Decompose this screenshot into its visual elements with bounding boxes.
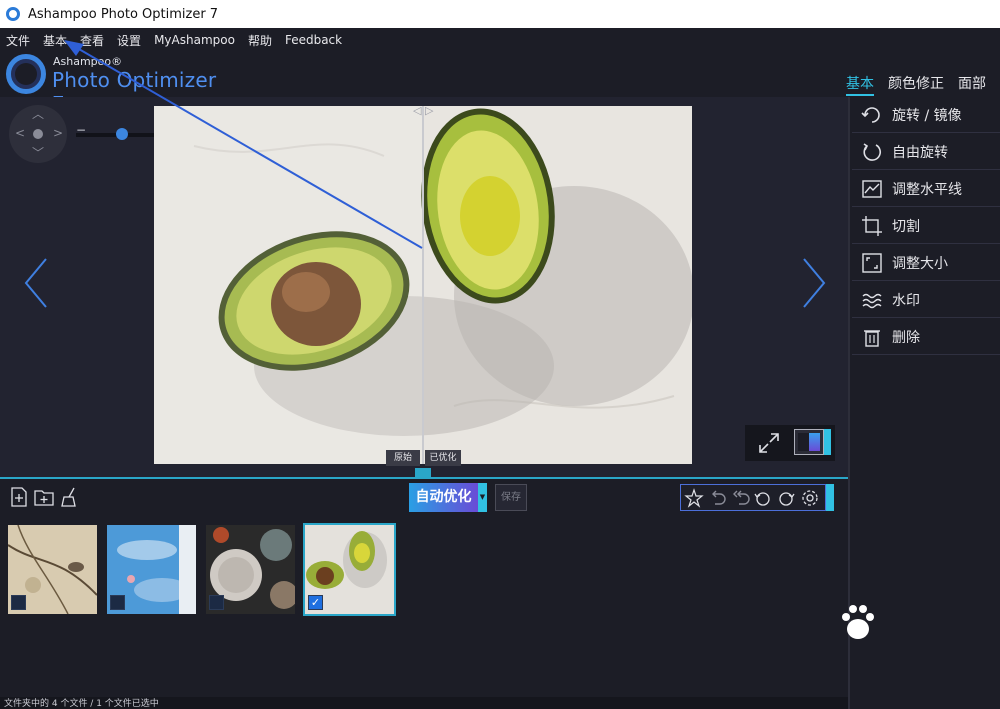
pan-right-icon[interactable]: >: [53, 127, 63, 139]
status-bar: 文件夹中的 4 个文件 / 1 个文件已选中: [0, 697, 848, 709]
watermark-icon: [862, 293, 882, 308]
pan-navigator[interactable]: ︿ ﹀ < >: [9, 105, 67, 163]
title-bar: Ashampoo Photo Optimizer 7: [0, 0, 1000, 28]
window-title: Ashampoo Photo Optimizer 7: [28, 6, 219, 22]
thumbnail-avocado[interactable]: ✓: [303, 523, 396, 616]
pan-down-icon[interactable]: ﹀: [32, 147, 44, 159]
thumbnail-checkbox[interactable]: ✓: [308, 595, 323, 610]
fullscreen-icon[interactable]: [757, 431, 781, 455]
collapse-panel-button[interactable]: [415, 468, 431, 477]
rotate-left-90-icon[interactable]: [753, 488, 773, 508]
panel-tabs: 基本 颜色修正 面部: [846, 72, 1000, 96]
thumbnail-bird-on-branch[interactable]: [8, 525, 97, 614]
tool-label: 调整大小: [892, 255, 948, 272]
edit-actions-group: [680, 484, 826, 511]
chevron-left-icon: [24, 258, 47, 308]
baidu-jingyan-watermark: [766, 598, 956, 690]
resize-icon: [862, 252, 882, 273]
gear-icon[interactable]: [800, 488, 820, 508]
undo-icon[interactable]: [707, 488, 727, 508]
free-rotate-icon: [863, 142, 882, 161]
tab-basic[interactable]: 基本: [846, 72, 874, 96]
save-button[interactable]: 保存: [495, 484, 527, 511]
app-brand: Ashampoo® Photo Optimizer 7: [6, 52, 226, 116]
next-image-button[interactable]: [798, 255, 828, 311]
tool-label: 删除: [892, 329, 920, 346]
thumbnail-checkbox[interactable]: [110, 595, 125, 610]
compare-divider-handle-icon[interactable]: ◁ ▷: [413, 106, 433, 117]
zoom-out-icon[interactable]: −: [76, 123, 86, 137]
tool-crop[interactable]: 切割: [852, 208, 1000, 244]
compare-mode-dropdown[interactable]: [824, 429, 831, 455]
bottom-toolbar: 自动优化 ▼ 保存: [0, 477, 848, 517]
previous-image-button[interactable]: [22, 255, 52, 311]
trash-icon: [864, 329, 880, 347]
menu-settings[interactable]: 设置: [117, 32, 141, 49]
edit-actions-dropdown[interactable]: [826, 484, 834, 511]
chevron-right-icon: [803, 258, 826, 308]
menu-basic[interactable]: 基本: [43, 32, 67, 49]
status-text: 文件夹中的 4 个文件 / 1 个文件已选中: [4, 699, 159, 709]
tool-delete[interactable]: 删除: [852, 319, 1000, 355]
auto-optimize-button[interactable]: 自动优化: [409, 483, 478, 512]
tab-color-correction[interactable]: 颜色修正: [888, 72, 944, 96]
undo-all-icon[interactable]: [730, 488, 750, 508]
thumbnail-checkbox[interactable]: [11, 595, 26, 610]
tool-label: 旋转 / 镜像: [892, 107, 962, 124]
baidu-paw-logo-icon: [842, 605, 874, 639]
tool-free-rotate[interactable]: 自由旋转: [852, 134, 1000, 170]
tool-label: 调整水平线: [892, 181, 962, 198]
menu-file[interactable]: 文件: [6, 32, 30, 49]
menu-view[interactable]: 查看: [80, 32, 104, 49]
label-original: 原始: [386, 450, 420, 466]
label-optimized: 已优化: [425, 450, 461, 466]
thumbnail-checkbox[interactable]: [209, 595, 224, 610]
menu-feedback[interactable]: Feedback: [285, 33, 342, 47]
view-controls: [745, 425, 835, 461]
tool-watermark[interactable]: 水印: [852, 282, 1000, 318]
photo-preview[interactable]: ◁ ▷: [154, 106, 692, 464]
compare-mode-button[interactable]: [794, 429, 824, 455]
image-viewer: ︿ ﹀ < > − +: [0, 97, 848, 477]
magic-stars-icon[interactable]: [684, 488, 704, 508]
thumbnail-sky-flower[interactable]: [107, 525, 196, 614]
menu-bar: 文件 基本 查看 设置 MyAshampoo 帮助 Feedback: [0, 28, 1000, 52]
tool-label: 切割: [892, 218, 920, 235]
compare-original-half-icon: [798, 433, 809, 451]
app-logo-icon: [6, 7, 20, 21]
rotate-mirror-icon: [861, 106, 880, 123]
clear-list-broom-icon[interactable]: [59, 486, 81, 508]
tool-label: 自由旋转: [892, 144, 948, 161]
crop-icon: [862, 215, 882, 236]
tab-face[interactable]: 面部: [958, 72, 986, 96]
pan-center-icon[interactable]: [33, 129, 43, 139]
menu-help[interactable]: 帮助: [248, 32, 272, 49]
pan-left-icon[interactable]: <: [15, 127, 25, 139]
brand-company: Ashampoo®: [53, 55, 123, 68]
thumbnail-plates[interactable]: [206, 525, 295, 614]
menu-myashampoo[interactable]: MyAshampoo: [154, 33, 235, 47]
tool-straighten[interactable]: 调整水平线: [852, 171, 1000, 207]
tool-rotate-mirror[interactable]: 旋转 / 镜像: [852, 97, 1000, 133]
auto-optimize-dropdown[interactable]: ▼: [478, 483, 487, 512]
add-file-icon[interactable]: [8, 486, 30, 508]
ashampoo-logo-icon: [6, 54, 46, 94]
zoom-slider-handle[interactable]: [116, 128, 128, 140]
tool-resize[interactable]: 调整大小: [852, 245, 1000, 281]
add-folder-icon[interactable]: [33, 486, 55, 508]
pan-up-icon[interactable]: ︿: [32, 108, 44, 120]
compare-divider[interactable]: [422, 106, 424, 464]
tool-label: 水印: [892, 292, 920, 309]
compare-optimized-half-icon: [809, 433, 820, 451]
thumbnail-strip: ✓: [0, 517, 848, 697]
straighten-horizon-icon: [862, 179, 882, 198]
rotate-right-90-icon[interactable]: [776, 488, 796, 508]
